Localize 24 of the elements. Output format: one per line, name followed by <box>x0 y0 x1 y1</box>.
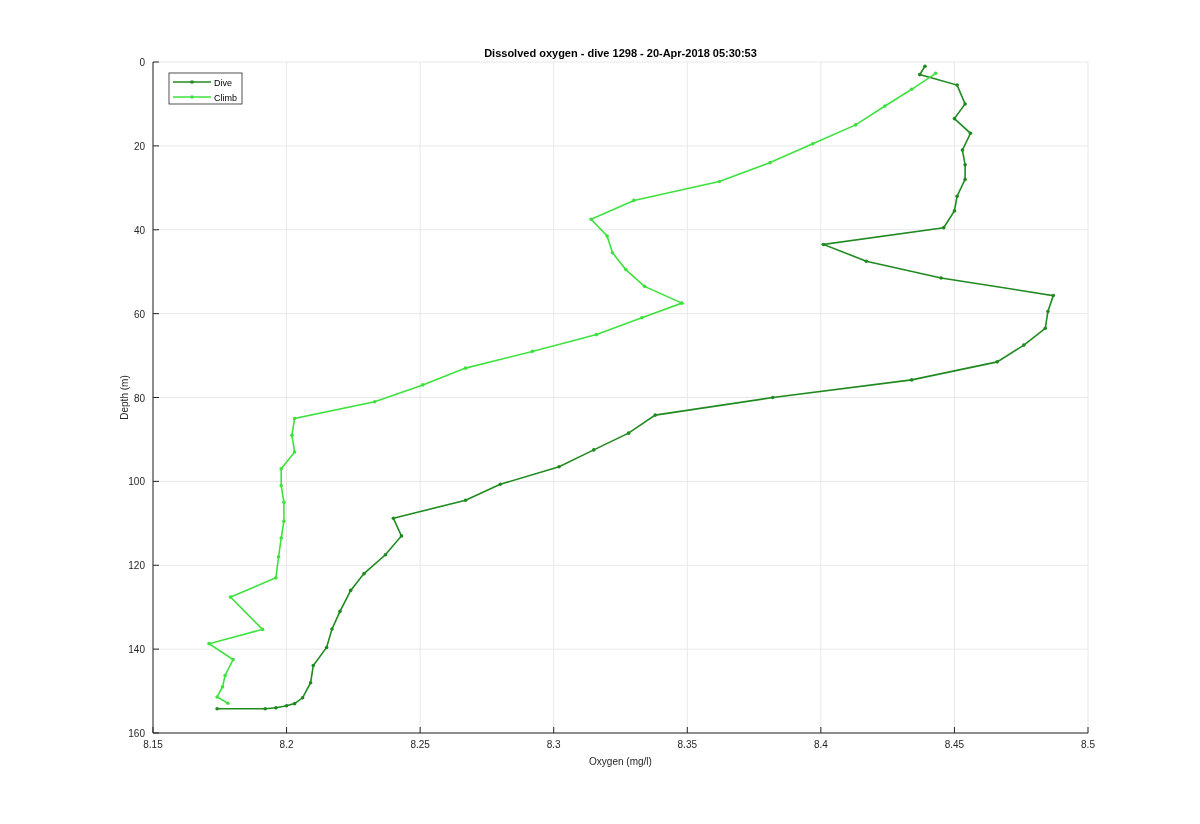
x-tick-label: 8.2 <box>279 739 294 750</box>
y-tick-label: 160 <box>128 728 145 739</box>
y-tick-label: 0 <box>139 57 145 68</box>
y-tick-label: 60 <box>133 308 145 320</box>
x-tick-label: 8.5 <box>1081 739 1095 750</box>
y-tick-label: 40 <box>133 224 145 236</box>
legend-swatch <box>172 80 212 84</box>
chart-title: Dissolved oxygen - dive 1298 - 20-Apr-2018 05:30:53 <box>484 47 757 59</box>
y-axis-label: Depth (m) <box>119 375 130 420</box>
x-tick-label: 8.35 <box>677 739 697 750</box>
legend-label: Climb <box>214 92 237 103</box>
y-tick-label: 20 <box>133 140 145 152</box>
x-axis-label: Oxygen (mg/l) <box>589 756 652 767</box>
y-tick-label: 140 <box>128 644 145 656</box>
y-tick-label: 120 <box>128 560 145 572</box>
x-tick-label: 8.25 <box>410 739 430 750</box>
x-tick-label: 8.4 <box>813 739 828 750</box>
x-tick-label: 8.3 <box>546 739 561 750</box>
legend-swatch <box>172 95 212 99</box>
legend-label: Dive <box>214 77 232 88</box>
x-tick-label: 8.45 <box>944 739 965 750</box>
y-tick-label: 80 <box>133 392 145 404</box>
y-tick-label: 100 <box>128 476 145 488</box>
x-tick-label: 8.15 <box>143 739 163 750</box>
